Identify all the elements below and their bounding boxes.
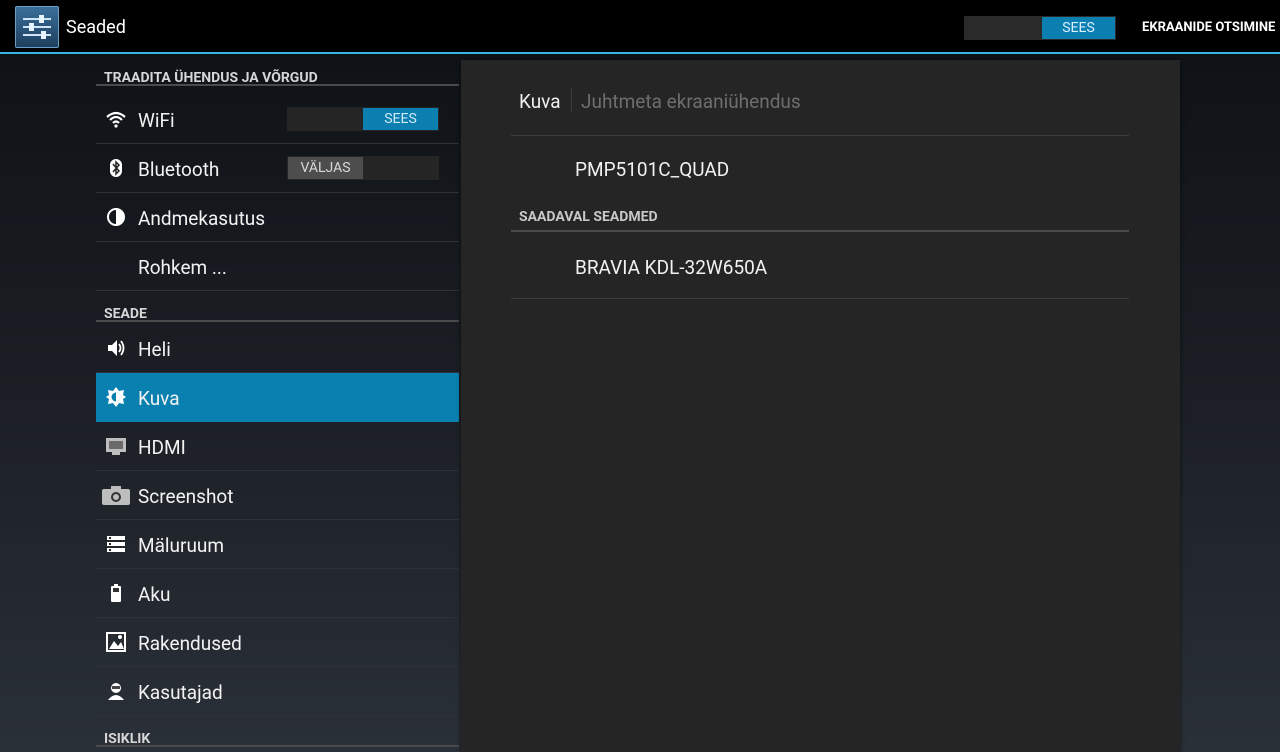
brightness-icon [106,387,126,407]
own-device-name[interactable]: PMP5101C_QUAD [575,158,729,181]
hdmi-icon [106,438,126,455]
switch-thumb: SEES [1042,17,1115,39]
settings-sidebar: TRAADITA ÜHENDUS JA VÕRGUD WiFi SEES Blu… [96,56,459,752]
action-bar: Seaded SEES EKRAANIDE OTSIMINE [0,0,1280,54]
detail-pane: Kuva Juhtmeta ekraaniühendus PMP5101C_QU… [461,60,1180,752]
sidebar-item-display[interactable]: Kuva [96,373,459,422]
sidebar-item-label: Bluetooth [138,158,220,181]
search-displays-button[interactable]: EKRAANIDE OTSIMINE [1142,20,1275,35]
sidebar-item-apps[interactable]: Rakendused [96,618,459,667]
sidebar-item-label: WiFi [138,109,175,132]
sidebar-item-screenshot[interactable]: Screenshot [96,471,459,520]
breadcrumb-subpage: Juhtmeta ekraaniühendus [581,90,801,113]
sidebar-item-data-usage[interactable]: Andmekasutus [96,193,459,242]
apps-icon [106,632,126,652]
sidebar-item-label: Heli [138,338,171,361]
available-devices-header: SAADAVAL SEADMED [519,209,658,225]
sliders-icon [23,15,51,39]
sidebar-item-storage[interactable]: Mäluruum [96,520,459,569]
breadcrumb-current[interactable]: Kuva [519,90,561,113]
camera-icon [102,486,130,505]
sidebar-item-label: Rohkem ... [138,256,227,279]
bluetooth-icon [110,159,122,177]
speaker-icon [108,340,125,356]
divider [511,135,1129,136]
switch-thumb: SEES [363,108,438,130]
section-header-wireless: TRAADITA ÜHENDUS JA VÕRGUD [96,56,459,86]
divider [511,298,1129,299]
section-header-device: SEADE [96,292,459,322]
sidebar-item-label: Aku [138,583,171,606]
breadcrumb-separator [571,88,572,112]
sidebar-item-label: Kasutajad [138,681,223,704]
section-header-personal: ISIKLIK [96,717,459,747]
divider [511,230,1129,232]
settings-app-icon[interactable] [15,6,59,48]
battery-icon [111,584,121,602]
sidebar-item-label: Kuva [138,387,180,410]
available-device-item[interactable]: BRAVIA KDL-32W650A [575,256,767,279]
sidebar-item-label: Andmekasutus [138,207,266,230]
sidebar-item-label: Screenshot [138,485,234,508]
sidebar-item-label: Rakendused [138,632,242,655]
sidebar-item-bluetooth[interactable]: Bluetooth VÄLJAS [96,144,459,193]
switch-thumb: VÄLJAS [288,157,363,179]
wifi-icon [106,111,126,128]
wireless-display-switch[interactable]: SEES [964,16,1116,40]
user-icon [108,683,124,700]
sidebar-item-wifi[interactable]: WiFi SEES [96,95,459,144]
sidebar-item-hdmi[interactable]: HDMI [96,422,459,471]
data-usage-icon [107,208,125,226]
page-title: Seaded [66,17,126,38]
storage-icon [107,536,125,552]
sidebar-item-more[interactable]: Rohkem ... [96,242,459,291]
sidebar-item-users[interactable]: Kasutajad [96,667,459,716]
sidebar-item-battery[interactable]: Aku [96,569,459,618]
bluetooth-switch[interactable]: VÄLJAS [287,156,439,180]
sidebar-item-label: HDMI [138,436,186,459]
wifi-switch[interactable]: SEES [287,107,439,131]
sidebar-item-sound[interactable]: Heli [96,324,459,373]
sidebar-item-label: Mäluruum [138,534,225,557]
